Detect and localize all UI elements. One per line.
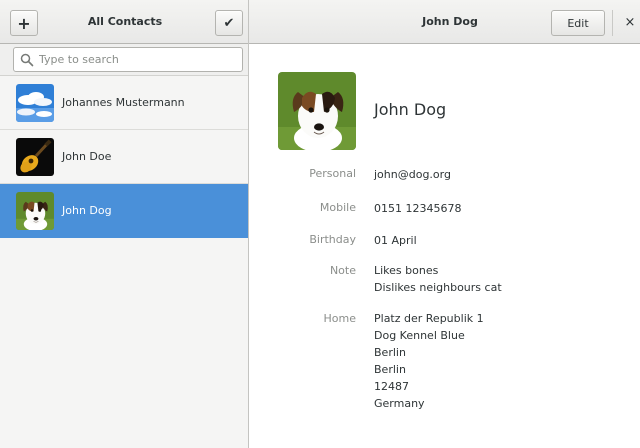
home-address-value: Platz der Republik 1 Dog Kennel Blue Ber… [374, 310, 484, 412]
birthday-value: 01 April [374, 234, 417, 247]
address-line: Platz der Republik 1 [374, 312, 484, 325]
search-field[interactable] [13, 47, 243, 72]
address-line: 12487 [374, 380, 409, 393]
header-left-section: + All Contacts ✔ [0, 0, 249, 44]
contact-avatar [16, 137, 54, 176]
contact-name-heading: John Dog [374, 100, 447, 119]
address-line: Dog Kennel Blue [374, 329, 465, 342]
contacts-sidebar: Johannes Mustermann John Doe [0, 44, 249, 448]
note-label: Note [329, 264, 356, 277]
contact-row-john-doe[interactable]: John Doe [0, 130, 248, 184]
plus-icon: + [17, 13, 31, 33]
contact-row-johannes-mustermann[interactable]: Johannes Mustermann [0, 76, 248, 130]
header-separator [612, 10, 613, 36]
contact-list: Johannes Mustermann John Doe John Dog [0, 76, 248, 238]
address-line: Berlin [374, 363, 406, 376]
contact-detail-pane: John Dog Personal john@dog.org Mobile 01… [250, 44, 640, 448]
note-line: Dislikes neighbours cat [374, 281, 502, 294]
contact-avatar [16, 191, 54, 230]
contact-avatar [16, 83, 54, 122]
note-value: Likes bones Dislikes neighbours cat [374, 262, 502, 296]
search-input[interactable] [39, 53, 234, 66]
search-bar [0, 44, 248, 76]
list-title: All Contacts [87, 15, 163, 28]
contact-name: John Doe [62, 150, 112, 163]
sky-clouds-image [16, 83, 54, 122]
contact-name: John Dog [62, 204, 112, 217]
search-icon [20, 53, 34, 66]
close-icon: × [624, 15, 636, 30]
personal-email-label: Personal [309, 167, 356, 180]
close-window-button[interactable]: × [622, 12, 638, 34]
contact-name: Johannes Mustermann [62, 96, 185, 109]
home-address-label: Home [323, 312, 356, 325]
address-line: Germany [374, 397, 425, 410]
note-line: Likes bones [374, 264, 439, 277]
personal-email-value[interactable]: john@dog.org [374, 166, 451, 183]
contact-photo[interactable] [278, 72, 356, 150]
mobile-label: Mobile [319, 201, 356, 214]
address-line: Berlin [374, 346, 406, 359]
selection-mode-button[interactable]: ✔ [215, 10, 243, 36]
mobile-value[interactable]: 0151 12345678 [374, 200, 461, 217]
guitar-image [16, 137, 54, 176]
contact-row-john-dog[interactable]: John Dog [0, 184, 248, 238]
header-bar: + All Contacts ✔ John Dog Edit × [0, 0, 640, 44]
dog-image [278, 72, 356, 150]
checkmark-icon: ✔ [223, 15, 235, 31]
edit-button[interactable]: Edit [551, 10, 605, 36]
birthday-label: Birthday [309, 233, 356, 246]
dog-image [16, 191, 54, 230]
add-contact-button[interactable]: + [10, 10, 38, 36]
